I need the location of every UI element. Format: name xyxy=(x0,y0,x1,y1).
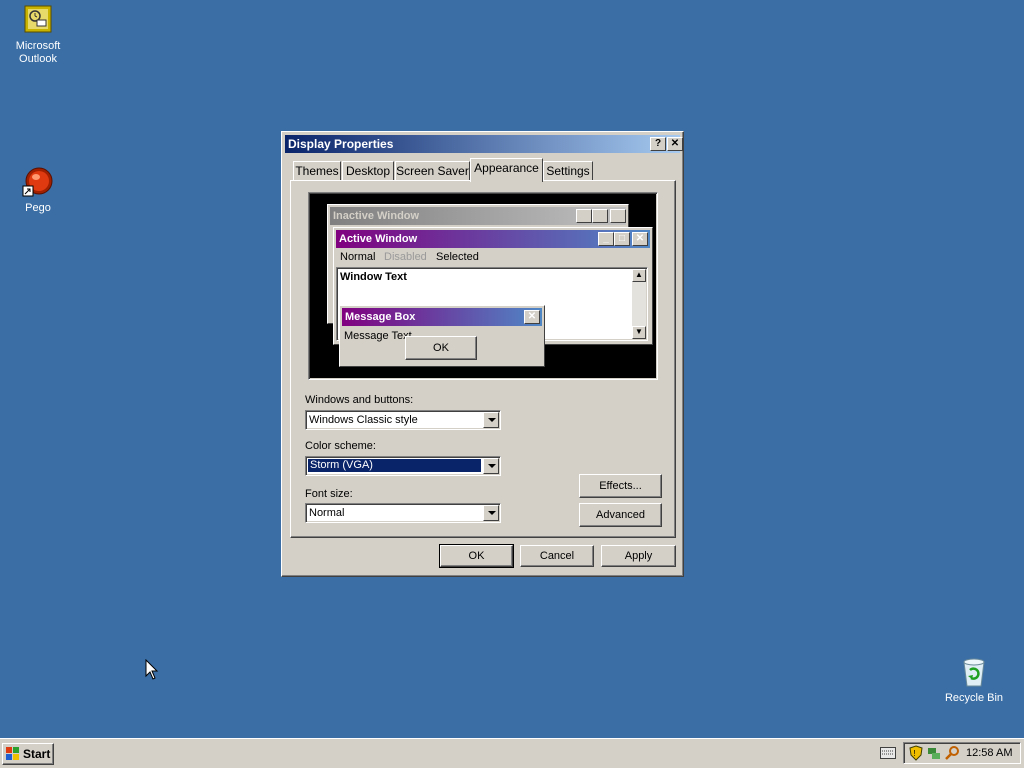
windows-buttons-select[interactable]: Windows Classic style xyxy=(305,410,501,430)
preview-scrollbar: ▲ ▼ xyxy=(632,269,646,339)
cancel-button[interactable]: Cancel xyxy=(520,545,594,567)
color-scheme-label: Color scheme: xyxy=(305,440,376,452)
help-button[interactable]: ? xyxy=(650,137,666,151)
chevron-down-icon[interactable] xyxy=(483,458,499,474)
dialog-title: Display Properties xyxy=(288,137,394,151)
color-scheme-select[interactable]: Storm (VGA) xyxy=(305,456,501,476)
close-icon: ✕ xyxy=(632,232,648,246)
preview-msgbox-ok-button: OK xyxy=(405,336,477,360)
desktop-icon-label: Recycle Bin xyxy=(944,692,1004,704)
scroll-down-icon: ▼ xyxy=(632,326,646,339)
font-size-select[interactable]: Normal xyxy=(305,503,501,523)
scroll-up-icon: ▲ xyxy=(632,269,646,282)
close-icon: ✕ xyxy=(524,310,540,324)
desktop-icon-outlook[interactable]: Microsoft Outlook xyxy=(0,4,76,66)
desktop-icon-pego[interactable]: Pego xyxy=(0,166,76,215)
maximize-icon: □ xyxy=(592,209,608,223)
dialog-title-bar[interactable]: Display Properties ? ✕ xyxy=(285,135,683,153)
tab-settings[interactable]: Settings xyxy=(543,161,593,181)
preview-window-text: Window Text xyxy=(340,271,407,283)
security-shield-icon[interactable]: ! xyxy=(909,745,923,764)
maximize-icon: □ xyxy=(614,232,630,246)
preview-msgbox-text: Message Text xyxy=(344,330,412,342)
font-size-label: Font size: xyxy=(305,488,353,500)
svg-text:!: ! xyxy=(914,749,916,758)
preview-msgbox-title: Message Box xyxy=(345,311,416,323)
desktop-icon-recycle-bin[interactable]: Recycle Bin xyxy=(936,656,1012,705)
tab-appearance[interactable]: Appearance xyxy=(470,158,543,182)
ok-button[interactable]: OK xyxy=(439,544,514,568)
preview-active-title: Active Window xyxy=(339,233,418,245)
desktop-icon-label: Pego xyxy=(25,202,51,214)
mouse-pointer-icon xyxy=(145,658,159,684)
appearance-preview[interactable]: Inactive Window _ □ ✕ Active Window _ □ … xyxy=(308,192,658,380)
advanced-button[interactable]: Advanced xyxy=(579,503,662,527)
chevron-down-icon[interactable] xyxy=(483,505,499,521)
minimize-icon: _ xyxy=(598,232,614,246)
keyboard-icon[interactable] xyxy=(880,747,896,762)
desktop-icon-label: Microsoft Outlook xyxy=(15,40,61,65)
pego-shortcut-icon xyxy=(22,166,54,198)
close-icon: ✕ xyxy=(610,209,626,223)
preview-inactive-title: Inactive Window xyxy=(333,210,420,222)
start-label: Start xyxy=(23,747,51,761)
preview-msgbox-caption: Message Box ✕ xyxy=(342,308,542,326)
close-button[interactable]: ✕ xyxy=(667,137,683,151)
apply-button[interactable]: Apply xyxy=(601,545,676,567)
preview-message-box: Message Box ✕ Message Text OK xyxy=(339,305,545,367)
tab-themes[interactable]: Themes xyxy=(293,161,341,181)
taskbar: Start ! 12:58 AM xyxy=(0,738,1024,768)
preview-menu-disabled: Disabled xyxy=(384,251,427,263)
tab-screen-saver[interactable]: Screen Saver xyxy=(395,161,470,181)
preview-menu-normal: Normal xyxy=(340,251,376,263)
effects-button[interactable]: Effects... xyxy=(579,474,662,498)
preview-menu-selected: Selected xyxy=(436,251,479,263)
outlook-icon xyxy=(22,4,54,36)
search-icon[interactable] xyxy=(944,745,960,764)
clock[interactable]: 12:58 AM xyxy=(966,747,1012,759)
system-tray: ! 12:58 AM xyxy=(903,742,1021,764)
color-scheme-value: Storm (VGA) xyxy=(307,458,482,473)
preview-active-caption: Active Window _ □ ✕ xyxy=(336,230,650,248)
windows-buttons-value: Windows Classic style xyxy=(309,414,418,426)
font-size-value: Normal xyxy=(309,507,345,519)
windows-buttons-label: Windows and buttons: xyxy=(305,394,414,406)
tab-desktop[interactable]: Desktop xyxy=(342,161,394,181)
start-button[interactable]: Start xyxy=(2,743,54,765)
chevron-down-icon[interactable] xyxy=(483,412,499,428)
windows-logo-icon xyxy=(6,747,20,767)
minimize-icon: _ xyxy=(576,209,592,223)
recycle-bin-icon xyxy=(958,656,990,688)
preview-inactive-caption: Inactive Window _ □ ✕ xyxy=(330,207,626,225)
network-icon[interactable] xyxy=(926,745,942,764)
